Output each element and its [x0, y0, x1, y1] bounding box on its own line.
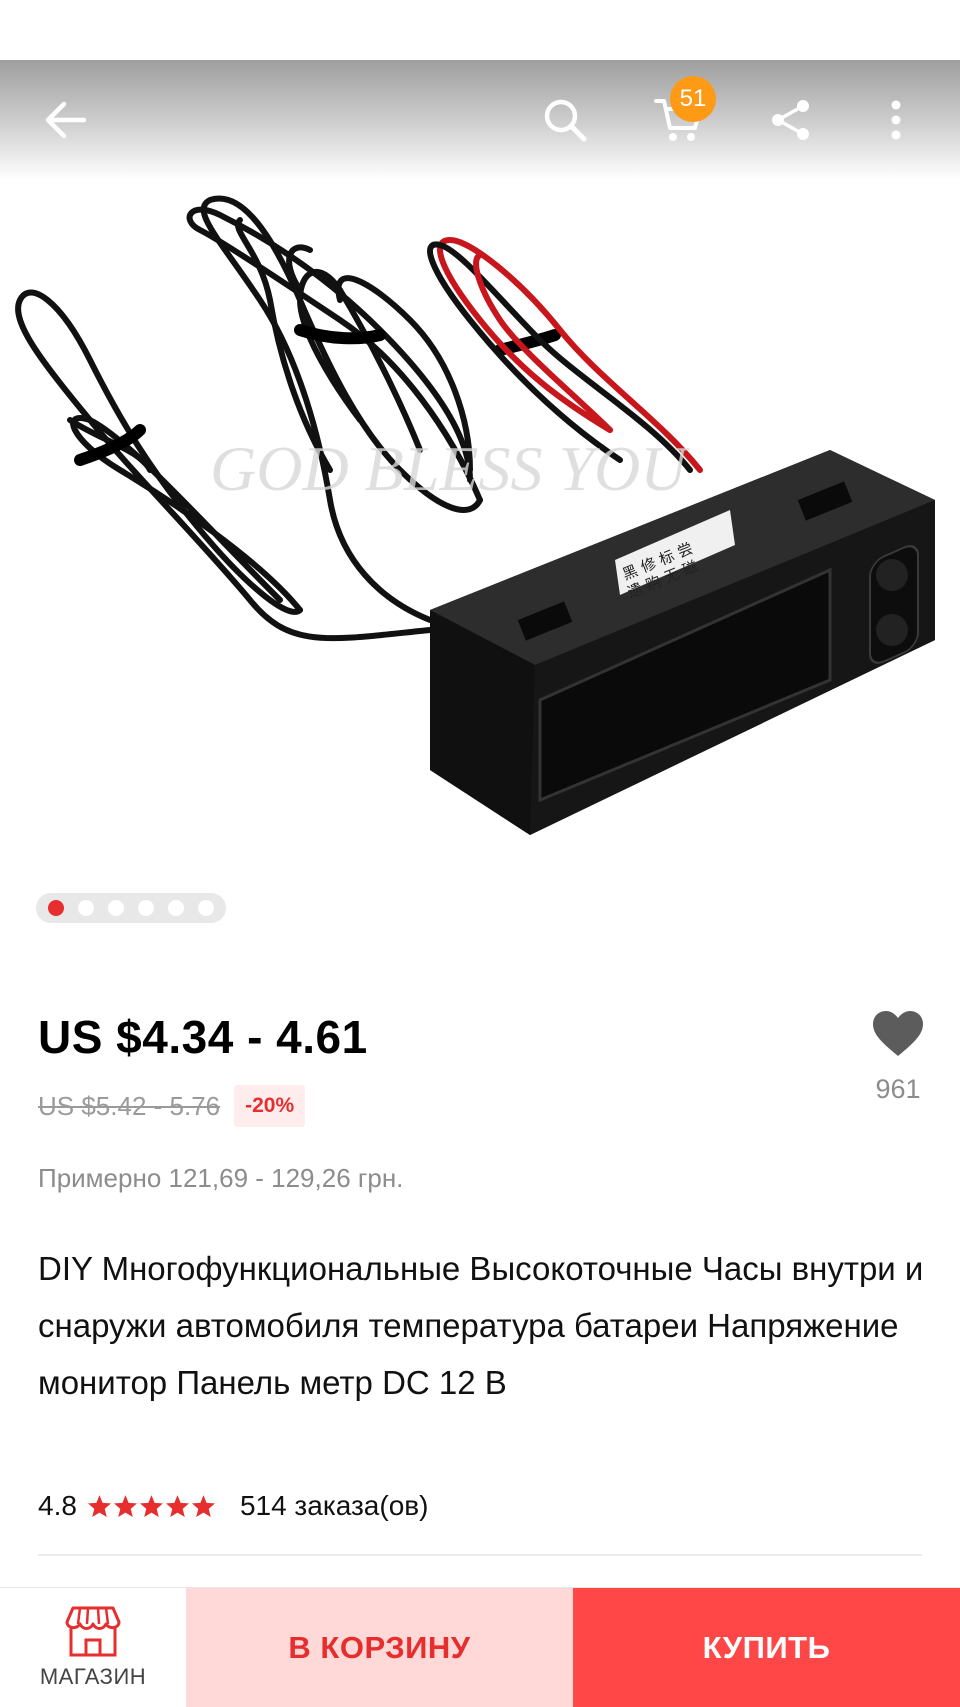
- star-icon: [113, 1495, 137, 1517]
- wifi-icon: [680, 18, 711, 43]
- search-icon: [544, 99, 587, 142]
- wishlist-button[interactable]: 961: [868, 1010, 928, 1105]
- product-title: DIY Многофункциональные Высокоточные Час…: [38, 1250, 924, 1401]
- buy-now-button[interactable]: КУПИТЬ: [573, 1588, 960, 1707]
- heart-icon: [873, 1011, 923, 1056]
- status-bar: 82% 14:09: [0, 0, 960, 60]
- search-button[interactable]: [527, 82, 603, 158]
- gallery-dot[interactable]: [78, 900, 94, 916]
- price-current: US $4.34 - 4.61: [38, 1011, 368, 1063]
- back-button[interactable]: [28, 82, 104, 158]
- share-icon: [772, 100, 809, 140]
- gallery-pagination: [36, 893, 226, 923]
- more-options-button[interactable]: [866, 82, 926, 158]
- discount-badge: -20%: [234, 1085, 306, 1127]
- more-vert-icon: [891, 100, 901, 140]
- rating-stars: [87, 1494, 216, 1518]
- gallery-dot[interactable]: [108, 900, 124, 916]
- svg-text:GOD BLESS YOU: GOD BLESS YOU: [210, 433, 690, 504]
- wishlist-count: 961: [875, 1074, 921, 1104]
- orders-count: 514 заказа(ов): [239, 1490, 429, 1521]
- price-approx-local: Примерно 121,69 - 129,26 грн.: [38, 1163, 404, 1193]
- star-icon: [191, 1495, 215, 1517]
- signal-icon: [724, 18, 750, 42]
- share-button[interactable]: [753, 82, 829, 158]
- divider: [38, 1554, 922, 1556]
- gallery-dot[interactable]: [198, 900, 214, 916]
- price-original-row: US $5.42 - 5.76 -20%: [38, 1085, 306, 1127]
- cart-button[interactable]: 51: [640, 76, 716, 158]
- star-icon: [139, 1495, 163, 1517]
- battery-icon: [835, 15, 852, 44]
- bottom-action-bar: МАГАЗИН В КОРЗИНУ КУПИТЬ: [0, 1587, 960, 1707]
- gallery-dot-active[interactable]: [48, 900, 64, 916]
- top-toolbar: 51: [0, 60, 960, 180]
- clock: 14:09: [862, 12, 940, 47]
- store-label: МАГАЗИН: [39, 1664, 147, 1689]
- price-original: US $5.42 - 5.76: [38, 1090, 221, 1121]
- store-icon: [65, 1606, 121, 1657]
- rating-row[interactable]: 4.8 514 заказа(ов): [38, 1490, 428, 1522]
- store-button[interactable]: МАГАЗИН: [0, 1588, 186, 1707]
- gallery-dot[interactable]: [168, 900, 184, 916]
- cart-count-badge: 51: [670, 76, 716, 122]
- battery-percent: 82%: [762, 12, 825, 47]
- rating-value: 4.8: [38, 1490, 77, 1521]
- arrow-left-icon: [45, 101, 87, 139]
- add-to-cart-button[interactable]: В КОРЗИНУ: [186, 1588, 573, 1707]
- star-icon: [165, 1495, 189, 1517]
- star-icon: [87, 1495, 111, 1517]
- gallery-dot[interactable]: [138, 900, 154, 916]
